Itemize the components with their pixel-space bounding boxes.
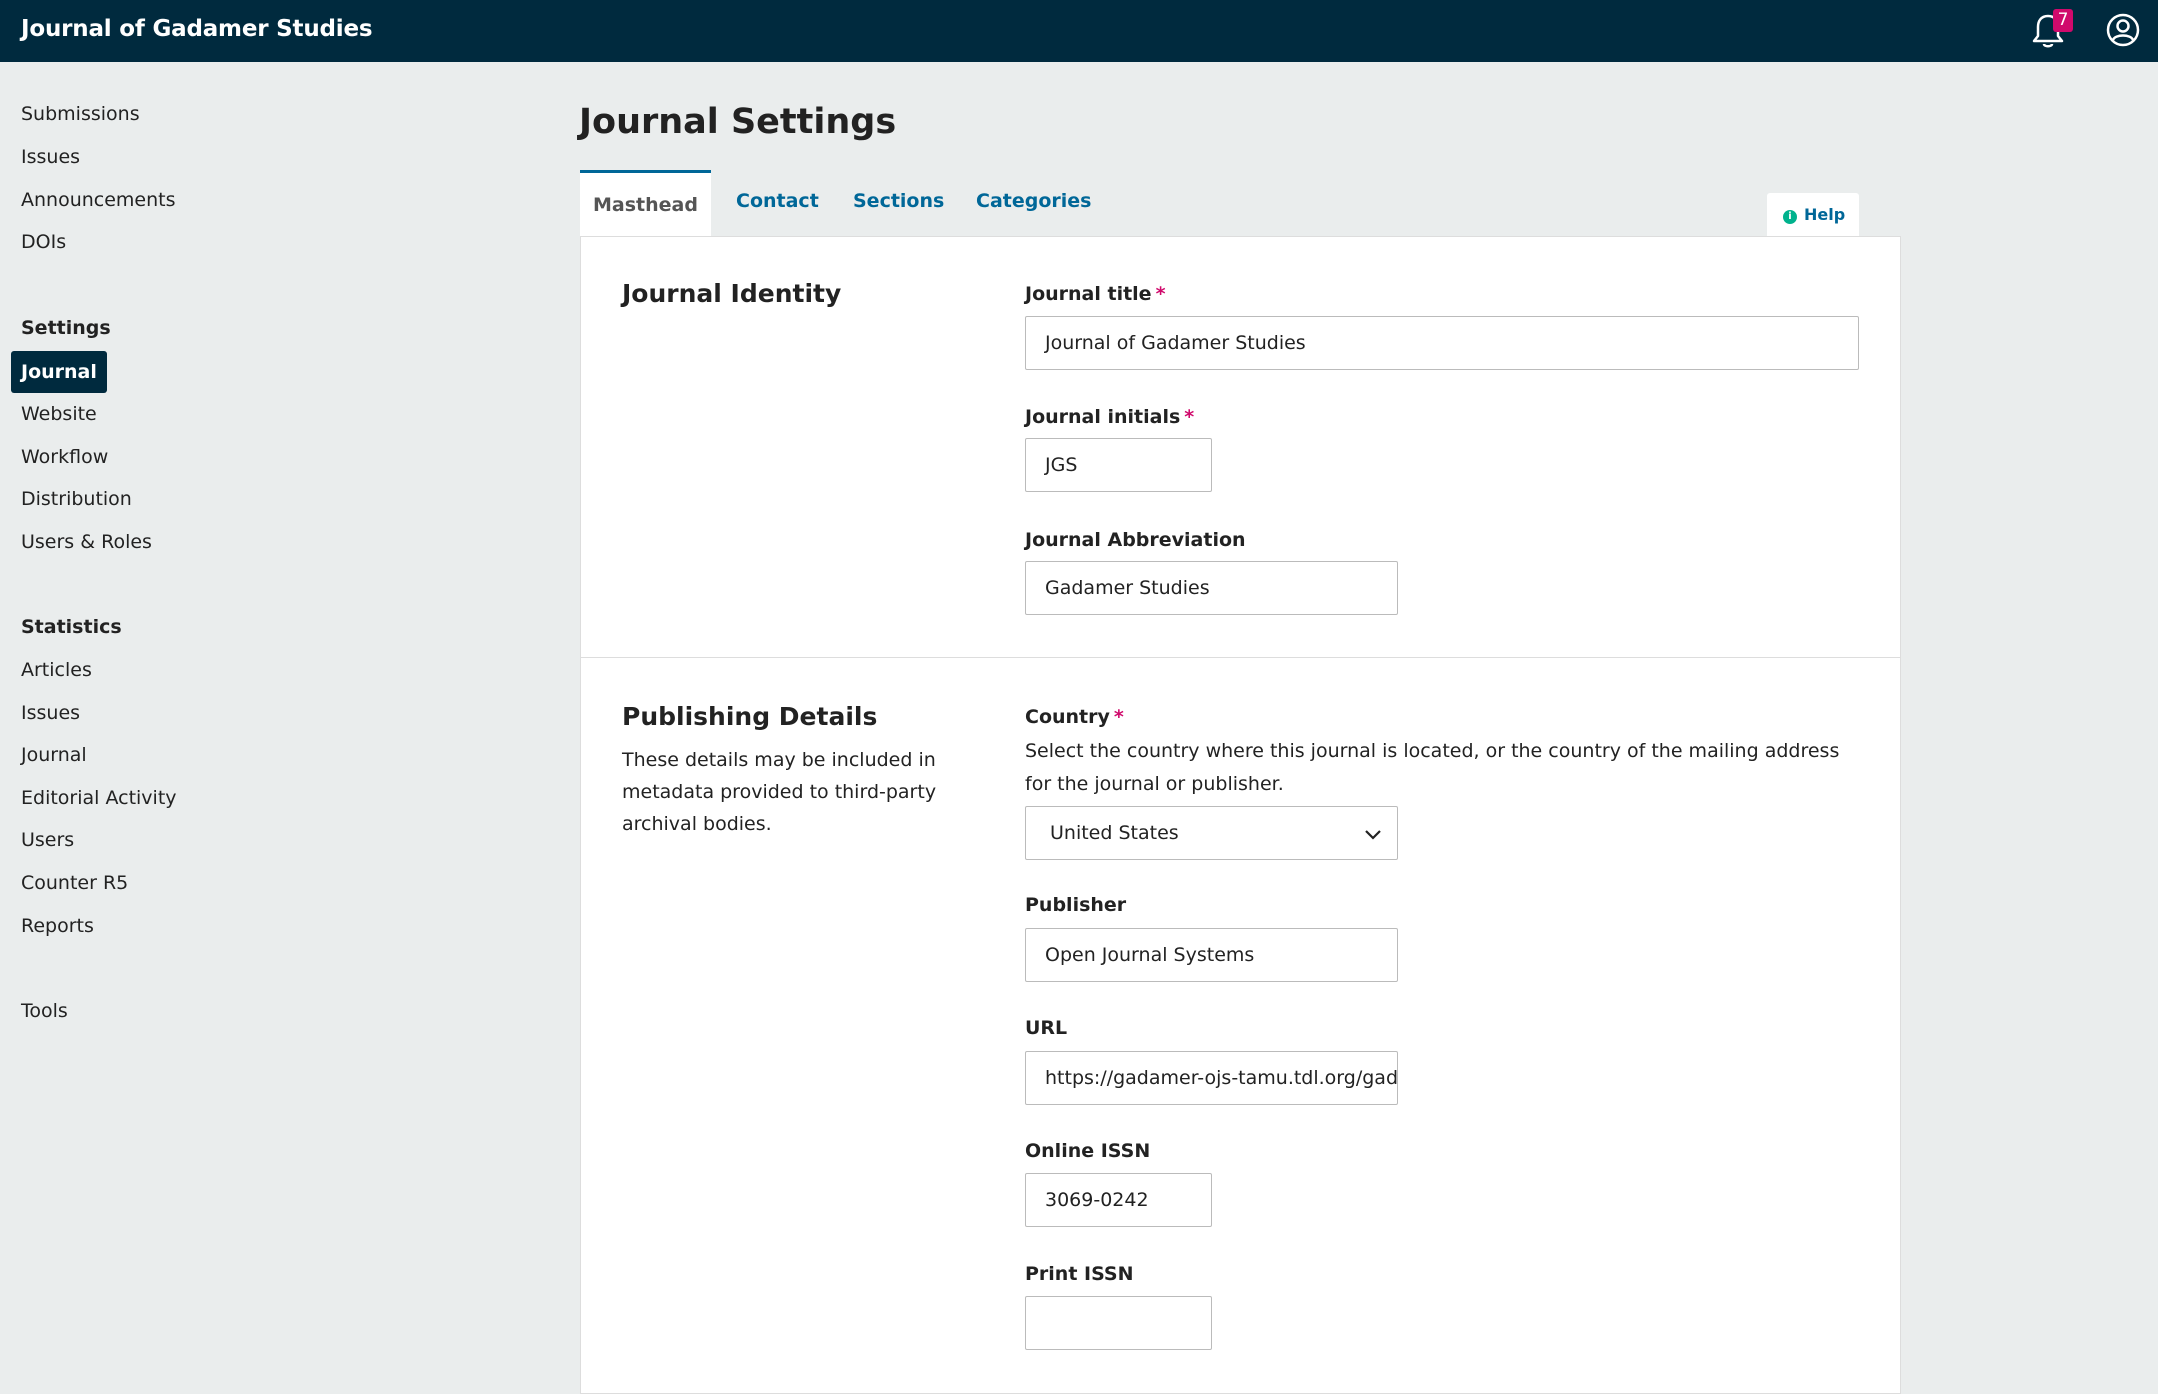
chevron-down-icon — [1365, 830, 1381, 840]
nav-settings-users-roles[interactable]: Users & Roles — [21, 531, 152, 553]
publisher-label: Publisher — [1025, 894, 1127, 916]
page-title: Journal Settings — [579, 102, 897, 142]
section-title-identity: Journal Identity — [622, 279, 842, 308]
tab-sections[interactable]: Sections — [853, 190, 944, 212]
help-label: Help — [1804, 205, 1846, 224]
section-divider — [580, 657, 1901, 658]
nav-issues[interactable]: Issues — [21, 146, 80, 168]
nav-settings-workflow[interactable]: Workflow — [21, 446, 108, 468]
top-bar: Journal of Gadamer Studies 7 — [0, 0, 2158, 62]
section-title-publishing: Publishing Details — [622, 702, 878, 731]
nav-stats-users[interactable]: Users — [21, 829, 74, 851]
nav-stats-counter-r5[interactable]: Counter R5 — [21, 872, 128, 894]
user-account-icon[interactable] — [2106, 13, 2140, 47]
nav-heading-statistics: Statistics — [21, 616, 122, 638]
nav-stats-articles[interactable]: Articles — [21, 659, 92, 681]
nav-stats-editorial-activity[interactable]: Editorial Activity — [21, 787, 177, 809]
journal-title-input[interactable]: Journal of Gadamer Studies — [1025, 316, 1859, 370]
tab-contact[interactable]: Contact — [736, 190, 819, 212]
nav-submissions[interactable]: Submissions — [21, 103, 140, 125]
nav-stats-journal[interactable]: Journal — [21, 744, 87, 766]
tab-categories[interactable]: Categories — [976, 190, 1091, 212]
country-help-text: Select the country where this journal is… — [1025, 740, 1840, 795]
required-marker: * — [1113, 706, 1124, 728]
url-label: URL — [1025, 1017, 1068, 1039]
nav-stats-reports[interactable]: Reports — [21, 915, 94, 937]
required-marker: * — [1155, 283, 1166, 305]
publisher-input[interactable]: Open Journal Systems — [1025, 928, 1398, 982]
tab-masthead[interactable]: Masthead — [580, 170, 711, 236]
country-select[interactable]: United States — [1025, 806, 1398, 860]
online-issn-input[interactable]: 3069-0242 — [1025, 1173, 1212, 1227]
nav-announcements[interactable]: Announcements — [21, 189, 176, 211]
journal-initials-label: Journal initials * — [1025, 406, 1195, 428]
info-icon: i — [1783, 210, 1797, 224]
online-issn-label: Online ISSN — [1025, 1140, 1151, 1162]
help-button[interactable]: i Help — [1767, 193, 1859, 237]
url-input[interactable]: https://gadamer-ojs-tamu.tdl.org/gad — [1025, 1051, 1398, 1105]
journal-title-label: Journal title * — [1025, 283, 1166, 305]
print-issn-input[interactable] — [1025, 1296, 1212, 1350]
print-issn-label: Print ISSN — [1025, 1263, 1134, 1285]
journal-initials-input[interactable]: JGS — [1025, 438, 1212, 492]
nav-settings-journal[interactable]: Journal — [11, 351, 107, 393]
publishing-description: These details may be included in metadat… — [622, 749, 937, 835]
nav-settings-website[interactable]: Website — [21, 403, 97, 425]
journal-abbreviation-label: Journal Abbreviation — [1025, 529, 1246, 551]
nav-settings-distribution[interactable]: Distribution — [21, 488, 132, 510]
nav-heading-settings: Settings — [21, 317, 111, 339]
nav-tools[interactable]: Tools — [21, 1000, 68, 1022]
journal-brand[interactable]: Journal of Gadamer Studies — [21, 16, 373, 42]
required-marker: * — [1184, 406, 1195, 428]
journal-abbreviation-input[interactable]: Gadamer Studies — [1025, 561, 1398, 615]
nav-stats-issues[interactable]: Issues — [21, 702, 80, 724]
nav-dois[interactable]: DOIs — [21, 231, 66, 253]
notification-badge: 7 — [2053, 9, 2073, 32]
country-label: Country * — [1025, 706, 1124, 728]
